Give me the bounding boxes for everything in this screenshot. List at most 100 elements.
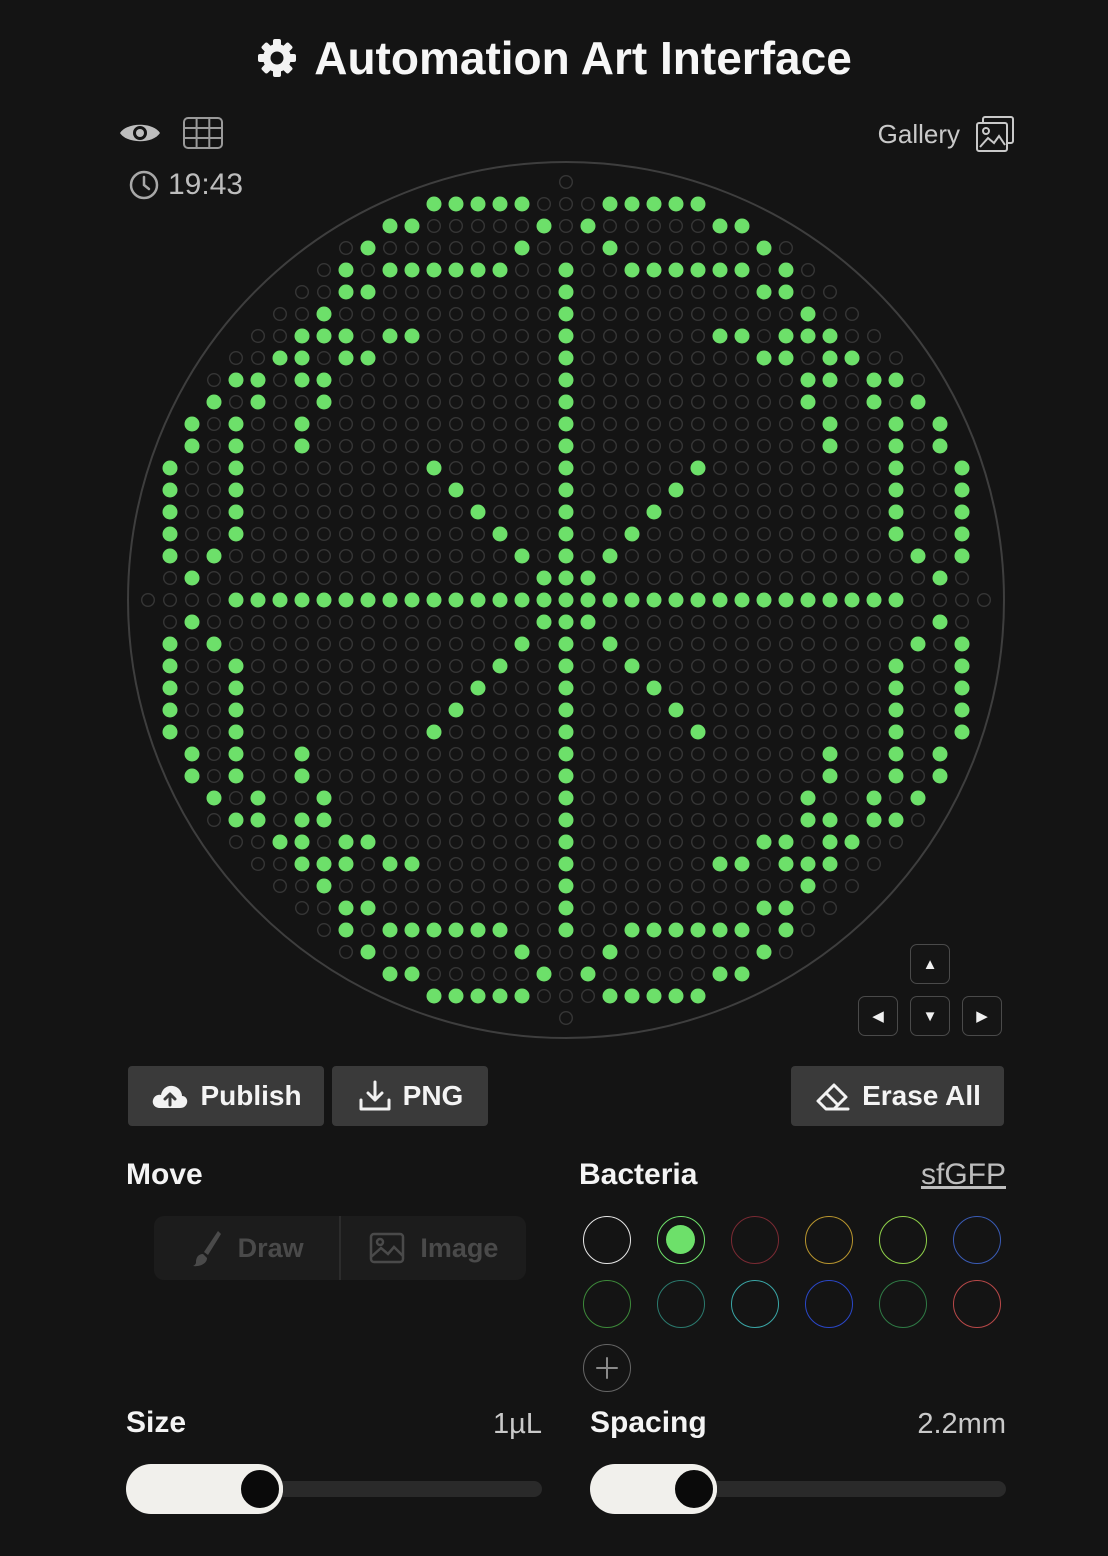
filled-well[interactable]: [294, 416, 310, 432]
filled-well[interactable]: [712, 922, 728, 938]
filled-well[interactable]: [866, 394, 882, 410]
filled-well[interactable]: [338, 284, 354, 300]
filled-well[interactable]: [558, 570, 574, 586]
filled-well[interactable]: [316, 306, 332, 322]
filled-well[interactable]: [558, 350, 574, 366]
filled-well[interactable]: [558, 262, 574, 278]
filled-well[interactable]: [624, 592, 640, 608]
filled-well[interactable]: [910, 394, 926, 410]
filled-well[interactable]: [558, 702, 574, 718]
filled-well[interactable]: [668, 196, 684, 212]
nudge-up-button[interactable]: ▲: [910, 944, 950, 984]
filled-well[interactable]: [492, 988, 508, 1004]
filled-well[interactable]: [624, 988, 640, 1004]
filled-well[interactable]: [668, 262, 684, 278]
filled-well[interactable]: [822, 350, 838, 366]
filled-well[interactable]: [800, 592, 816, 608]
strain-link[interactable]: sfGFP: [921, 1158, 1006, 1192]
filled-well[interactable]: [822, 834, 838, 850]
filled-well[interactable]: [756, 592, 772, 608]
nudge-down-button[interactable]: ▼: [910, 996, 950, 1036]
filled-well[interactable]: [668, 702, 684, 718]
filled-well[interactable]: [228, 702, 244, 718]
filled-well[interactable]: [470, 988, 486, 1004]
filled-well[interactable]: [602, 988, 618, 1004]
filled-well[interactable]: [800, 372, 816, 388]
filled-well[interactable]: [492, 526, 508, 542]
filled-well[interactable]: [250, 592, 266, 608]
filled-well[interactable]: [668, 482, 684, 498]
filled-well[interactable]: [558, 746, 574, 762]
filled-well[interactable]: [228, 526, 244, 542]
filled-well[interactable]: [800, 790, 816, 806]
filled-well[interactable]: [778, 900, 794, 916]
filled-well[interactable]: [822, 416, 838, 432]
filled-well[interactable]: [954, 526, 970, 542]
filled-well[interactable]: [888, 372, 904, 388]
filled-well[interactable]: [646, 680, 662, 696]
filled-well[interactable]: [888, 812, 904, 828]
filled-well[interactable]: [228, 460, 244, 476]
filled-well[interactable]: [382, 856, 398, 872]
filled-well[interactable]: [734, 328, 750, 344]
filled-well[interactable]: [360, 944, 376, 960]
filled-well[interactable]: [822, 438, 838, 454]
filled-well[interactable]: [514, 548, 530, 564]
filled-well[interactable]: [932, 438, 948, 454]
filled-well[interactable]: [822, 746, 838, 762]
filled-well[interactable]: [712, 218, 728, 234]
filled-well[interactable]: [756, 350, 772, 366]
filled-well[interactable]: [690, 460, 706, 476]
filled-well[interactable]: [558, 394, 574, 410]
filled-well[interactable]: [470, 196, 486, 212]
filled-well[interactable]: [888, 746, 904, 762]
filled-well[interactable]: [932, 768, 948, 784]
filled-well[interactable]: [910, 790, 926, 806]
filled-well[interactable]: [558, 460, 574, 476]
filled-well[interactable]: [712, 262, 728, 278]
filled-well[interactable]: [756, 834, 772, 850]
add-strain-button[interactable]: [583, 1344, 631, 1392]
filled-well[interactable]: [228, 372, 244, 388]
filled-well[interactable]: [888, 416, 904, 432]
filled-well[interactable]: [316, 394, 332, 410]
filled-well[interactable]: [954, 636, 970, 652]
filled-well[interactable]: [404, 592, 420, 608]
filled-well[interactable]: [558, 592, 574, 608]
filled-well[interactable]: [866, 812, 882, 828]
filled-well[interactable]: [492, 262, 508, 278]
filled-well[interactable]: [558, 416, 574, 432]
size-slider-thumb[interactable]: [237, 1466, 283, 1512]
filled-well[interactable]: [954, 658, 970, 674]
filled-well[interactable]: [756, 284, 772, 300]
filled-well[interactable]: [558, 372, 574, 388]
petri-dish[interactable]: [126, 160, 1006, 1040]
filled-well[interactable]: [514, 196, 530, 212]
filled-well[interactable]: [382, 218, 398, 234]
filled-well[interactable]: [206, 548, 222, 564]
filled-well[interactable]: [624, 262, 640, 278]
filled-well[interactable]: [294, 350, 310, 366]
filled-well[interactable]: [294, 746, 310, 762]
filled-well[interactable]: [184, 768, 200, 784]
spacing-slider[interactable]: [590, 1464, 1006, 1514]
filled-well[interactable]: [382, 592, 398, 608]
filled-well[interactable]: [624, 658, 640, 674]
filled-well[interactable]: [536, 570, 552, 586]
filled-well[interactable]: [228, 416, 244, 432]
filled-well[interactable]: [558, 482, 574, 498]
filled-well[interactable]: [228, 438, 244, 454]
filled-well[interactable]: [910, 636, 926, 652]
filled-well[interactable]: [316, 790, 332, 806]
filled-well[interactable]: [514, 636, 530, 652]
filled-well[interactable]: [404, 922, 420, 938]
filled-well[interactable]: [888, 482, 904, 498]
filled-well[interactable]: [206, 394, 222, 410]
filled-well[interactable]: [888, 460, 904, 476]
filled-well[interactable]: [734, 262, 750, 278]
filled-well[interactable]: [580, 592, 596, 608]
filled-well[interactable]: [602, 592, 618, 608]
filled-well[interactable]: [756, 240, 772, 256]
filled-well[interactable]: [360, 900, 376, 916]
publish-button[interactable]: Publish: [128, 1066, 324, 1126]
